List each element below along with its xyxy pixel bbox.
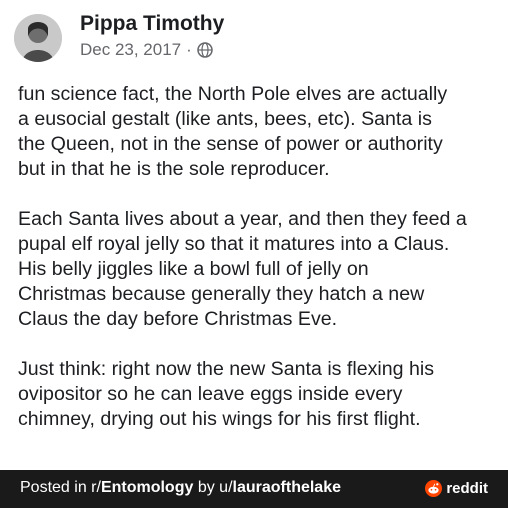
post-header: Pippa Timothy Dec 23, 2017 ·: [14, 10, 494, 62]
username-link[interactable]: lauraofthelake: [233, 479, 341, 496]
author-avatar[interactable]: [14, 14, 62, 62]
subreddit-link[interactable]: Entomology: [101, 479, 193, 496]
text-line: pupal elf royal jelly so that it matures…: [18, 233, 450, 255]
avatar-photo: [14, 14, 62, 62]
post-meta: Dec 23, 2017 ·: [80, 40, 213, 60]
text-line: the Queen, not in the sense of power or …: [18, 133, 443, 155]
reddit-wordmark: reddit: [446, 480, 488, 497]
attribution: Posted in r/Entomology by u/lauraofthela…: [20, 479, 341, 497]
post-paragraph: fun science fact, the North Pole elves a…: [18, 82, 494, 182]
by-label: by u/: [193, 479, 233, 496]
posted-in-label: Posted in r/: [20, 479, 101, 496]
facebook-post: Pippa Timothy Dec 23, 2017 · fun science…: [0, 0, 508, 470]
author-name[interactable]: Pippa Timothy: [80, 12, 224, 36]
text-line: His belly jiggles like a bowl full of je…: [18, 258, 369, 280]
post-body: fun science fact, the North Pole elves a…: [18, 82, 494, 457]
globe-icon: [197, 42, 213, 58]
post-paragraph: Just think: right now the new Santa is f…: [18, 357, 494, 432]
text-line: fun science fact, the North Pole elves a…: [18, 83, 448, 105]
reddit-logo-icon: [425, 480, 443, 497]
reddit-footer-bar: Posted in r/Entomology by u/lauraofthela…: [0, 470, 508, 508]
meta-separator: ·: [186, 40, 192, 59]
text-line: Claus the day before Christmas Eve.: [18, 308, 338, 330]
reddit-brand[interactable]: reddit: [425, 480, 488, 497]
text-line: Christmas because generally they hatch a…: [18, 283, 425, 305]
text-line: Each Santa lives about a year, and then …: [18, 208, 467, 230]
post-paragraph: Each Santa lives about a year, and then …: [18, 207, 494, 332]
post-date[interactable]: Dec 23, 2017: [80, 40, 181, 60]
text-line: a eusocial gestalt (like ants, bees, etc…: [18, 108, 432, 130]
text-line: ovipositor so he can leave eggs inside e…: [18, 383, 403, 405]
text-line: chimney, drying out his wings for his fi…: [18, 408, 421, 430]
text-line: but in that he is the sole reproducer.: [18, 158, 330, 180]
text-line: Just think: right now the new Santa is f…: [18, 358, 435, 380]
